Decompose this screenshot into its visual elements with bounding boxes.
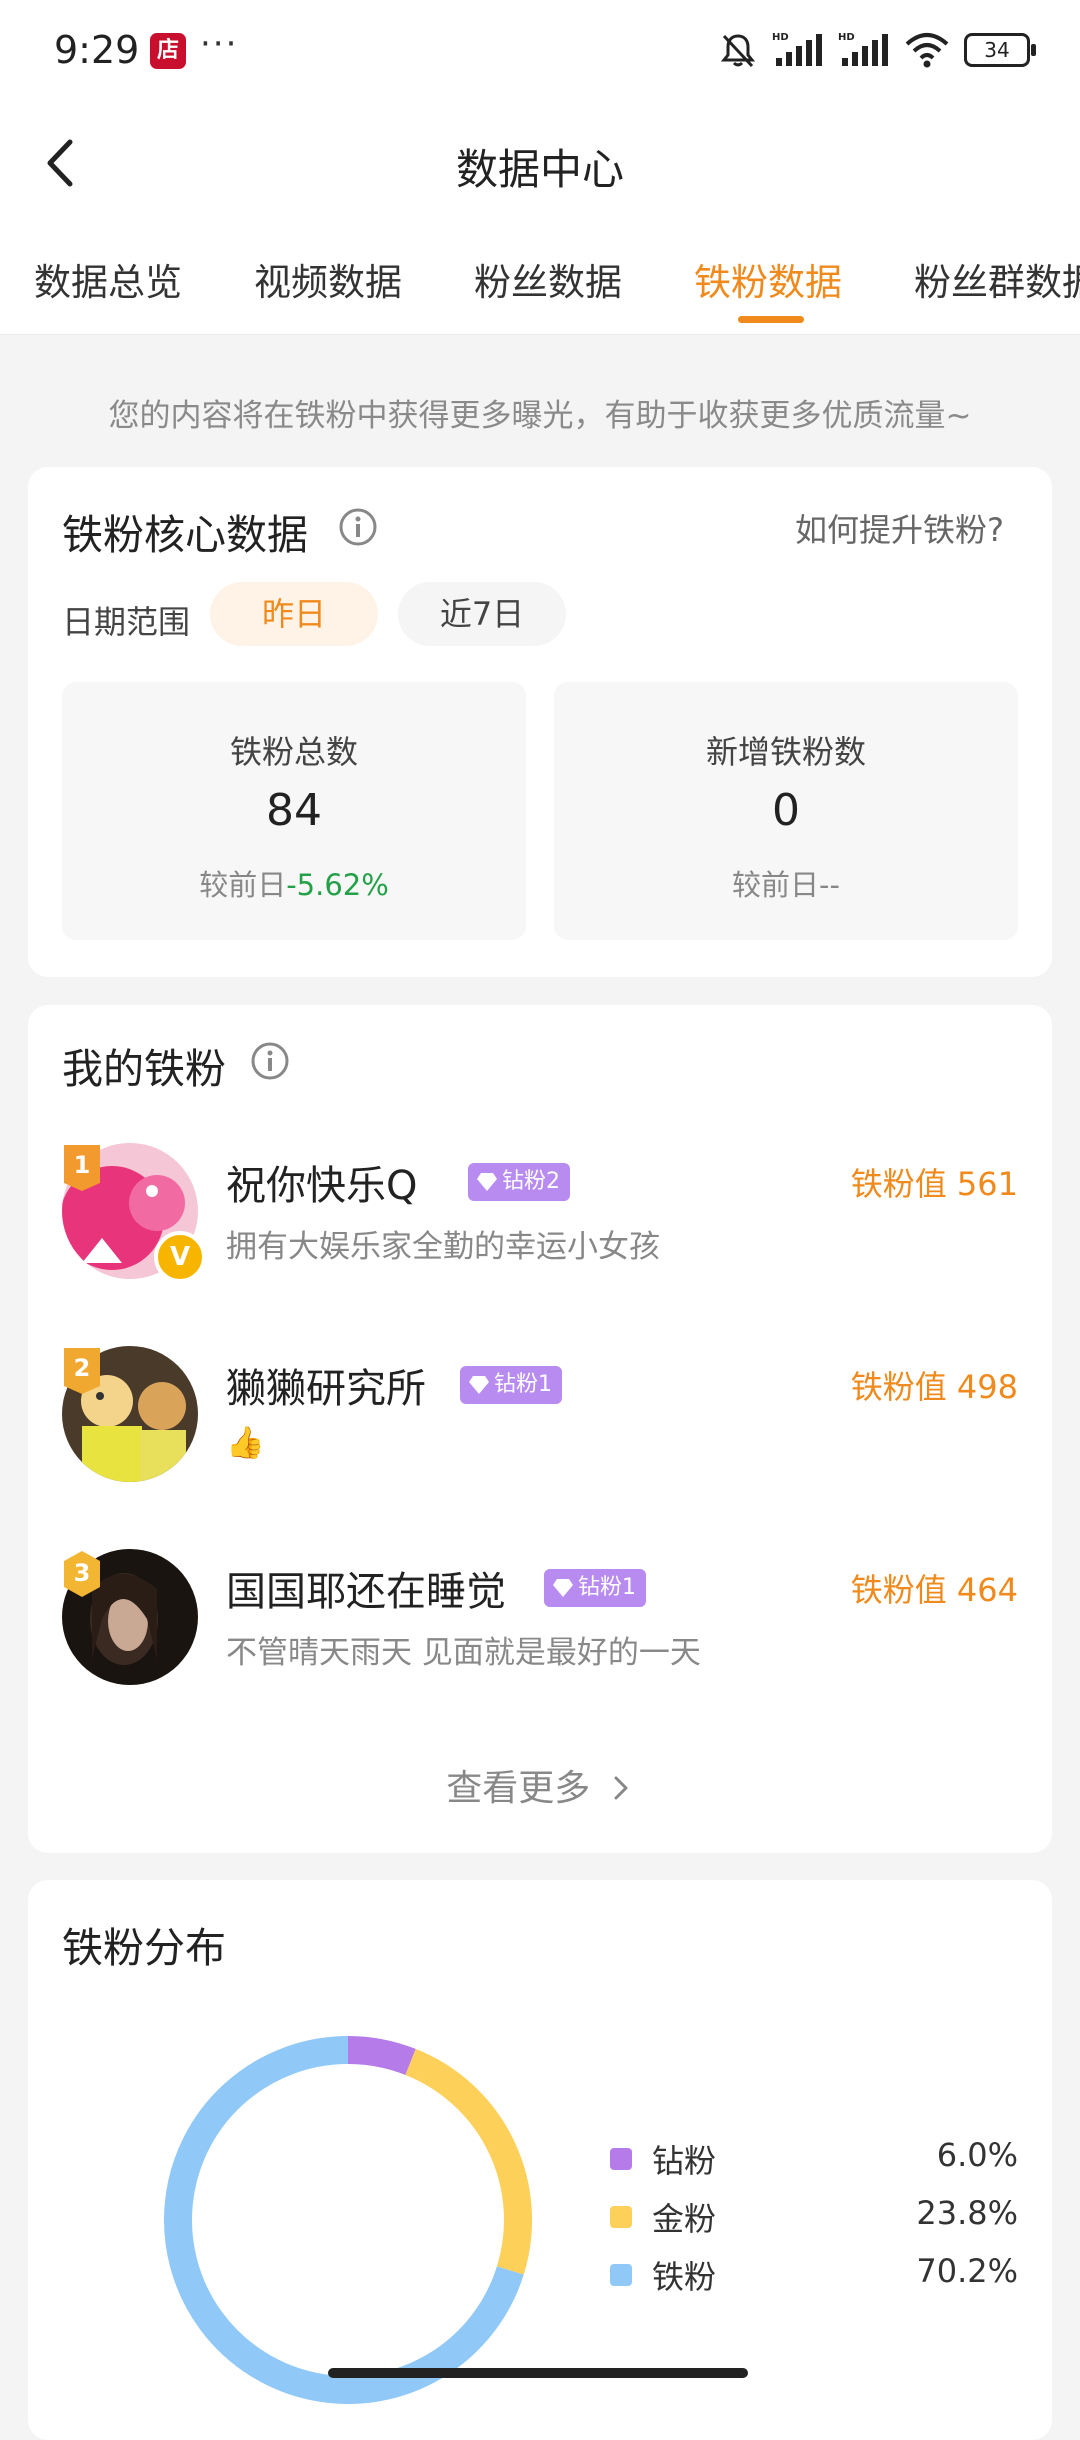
fan-value: 铁粉值 498 — [850, 1368, 1018, 1406]
home-indicator[interactable] — [328, 2368, 748, 2378]
chevron-right-icon — [614, 1776, 628, 1800]
tab-fan-group-data[interactable]: 粉丝群数据 — [914, 252, 1080, 306]
stat-compare: 较前日-- — [732, 868, 840, 902]
page-title: 数据中心 — [455, 145, 624, 194]
fan-list-item[interactable]: 1 V 祝你快乐Q 钻粉2 拥有大娱乐家全勤的幸运小女孩 铁粉值 561 — [28, 1143, 1052, 1303]
fan-description: 拥有大娱乐家全勤的幸运小女孩 — [226, 1229, 660, 1265]
donut-slice-金粉 — [405, 2048, 532, 2275]
legend-value: 6.0% — [936, 2136, 1018, 2174]
how-to-improve-link[interactable]: 如何提升铁粉? — [795, 505, 1004, 551]
stat-value: 0 — [772, 785, 800, 836]
signal-hd-icon: HD — [772, 32, 822, 66]
tab-fans-data[interactable]: 粉丝数据 — [474, 252, 622, 306]
signal-hd-icon-2: HD — [838, 32, 888, 66]
fan-value: 铁粉值 561 — [850, 1165, 1018, 1203]
range-yesterday-button[interactable]: 昨日 — [210, 582, 378, 646]
fan-list-item[interactable]: 3 国国耶还在睡觉 钻粉1 不管晴天雨天 见面就是最好的一天 铁粉值 464 — [28, 1549, 1052, 1709]
stat-value: 84 — [266, 785, 322, 836]
stat-new-iron-fans: 新增铁粉数 0 较前日-- — [554, 682, 1018, 940]
diamond-fan-badge: 钻粉2 — [468, 1163, 570, 1201]
legend-label: 金粉 — [652, 2200, 717, 2238]
active-tab-indicator — [738, 316, 804, 323]
shop-app-icon: 店 — [150, 33, 186, 69]
fan-description: 👍 — [226, 1425, 265, 1461]
fan-value: 铁粉值 464 — [850, 1571, 1018, 1609]
legend-item: 钻粉 6.0% — [608, 2130, 1018, 2188]
status-time: 9:29 — [54, 28, 140, 72]
svg-text:3: 3 — [74, 1559, 91, 1587]
date-range-label: 日期范围 — [62, 603, 191, 641]
distribution-card: 铁粉分布 钻粉 6.0% 金粉 23.8% 铁粉 70.2% — [28, 1880, 1052, 2440]
tab-video-data[interactable]: 视频数据 — [254, 252, 402, 306]
legend-label: 铁粉 — [652, 2258, 717, 2296]
distribution-legend: 钻粉 6.0% 金粉 23.8% 铁粉 70.2% — [608, 2130, 1018, 2304]
diamond-icon — [477, 1173, 497, 1191]
legend-color-swatch — [610, 2264, 632, 2286]
donut-slice-钻粉 — [347, 2036, 416, 2076]
legend-value: 70.2% — [916, 2252, 1018, 2290]
diamond-fan-badge: 钻粉1 — [460, 1366, 562, 1404]
battery-icon: 34 — [964, 33, 1036, 67]
info-icon[interactable] — [338, 507, 378, 547]
mute-bell-icon — [720, 34, 756, 68]
distribution-title: 铁粉分布 — [62, 1924, 226, 1972]
tab-bar: 数据总览 视频数据 粉丝数据 铁粉数据 粉丝群数据 — [0, 230, 1080, 335]
stat-compare: 较前日-5.62% — [199, 868, 389, 902]
svg-text:HD: HD — [838, 32, 855, 43]
core-data-title: 铁粉核心数据 — [62, 511, 308, 559]
svg-text:2: 2 — [74, 1354, 91, 1382]
distribution-donut-chart — [164, 2036, 532, 2404]
diamond-icon — [553, 1579, 573, 1597]
rank-1-badge: 1 — [64, 1145, 100, 1191]
tab-overview[interactable]: 数据总览 — [34, 252, 182, 306]
tab-iron-fans-data[interactable]: 铁粉数据 — [694, 252, 842, 306]
stat-label: 新增铁粉数 — [705, 733, 866, 771]
stat-change: -- — [819, 868, 840, 902]
legend-item: 铁粉 70.2% — [608, 2246, 1018, 2304]
stat-change-negative: -5.62% — [286, 868, 389, 902]
legend-color-swatch — [610, 2148, 632, 2170]
verified-badge-icon: V — [154, 1231, 206, 1283]
rank-2-badge: 2 — [64, 1348, 100, 1394]
diamond-fan-badge: 钻粉1 — [544, 1569, 646, 1607]
nav-bar: 数据中心 — [0, 100, 1080, 230]
info-icon[interactable] — [250, 1041, 290, 1081]
hint-text: 您的内容将在铁粉中获得更多曝光，有助于收获更多优质流量~ — [108, 398, 972, 434]
legend-color-swatch — [610, 2206, 632, 2228]
rank-3-badge: 3 — [64, 1551, 100, 1597]
svg-text:1: 1 — [74, 1151, 91, 1179]
see-more-button[interactable]: 查看更多 — [28, 1759, 1052, 1811]
stat-total-iron-fans: 铁粉总数 84 较前日-5.62% — [62, 682, 526, 940]
fan-list-item[interactable]: 2 獭獭研究所 钻粉1 👍 铁粉值 498 — [28, 1346, 1052, 1506]
fan-description: 不管晴天雨天 见面就是最好的一天 — [226, 1635, 701, 1671]
svg-text:HD: HD — [772, 32, 789, 43]
more-notifications-icon: ··· — [200, 24, 239, 64]
legend-value: 23.8% — [916, 2194, 1018, 2232]
my-fans-title: 我的铁粉 — [62, 1045, 226, 1093]
stat-label: 铁粉总数 — [229, 733, 358, 771]
fan-name: 獭獭研究所 — [226, 1366, 426, 1412]
legend-label: 钻粉 — [652, 2142, 717, 2180]
fan-name: 祝你快乐Q — [226, 1163, 418, 1209]
diamond-icon — [469, 1376, 489, 1394]
status-bar: 9:29 店 ··· HD HD 34 — [0, 0, 1080, 100]
status-icons: HD HD 34 — [718, 28, 1036, 72]
my-iron-fans-card: 我的铁粉 1 V 祝你快乐Q 钻粉2 拥有大娱乐家全勤的幸运小女孩 铁粉值 56… — [28, 1005, 1052, 1853]
fan-name: 国国耶还在睡觉 — [226, 1569, 506, 1615]
core-data-card: 铁粉核心数据 如何提升铁粉? 日期范围 昨日 近7日 铁粉总数 84 较前日-5… — [28, 467, 1052, 977]
legend-item: 金粉 23.8% — [608, 2188, 1018, 2246]
wifi-icon — [905, 33, 949, 68]
range-7days-button[interactable]: 近7日 — [398, 582, 566, 646]
